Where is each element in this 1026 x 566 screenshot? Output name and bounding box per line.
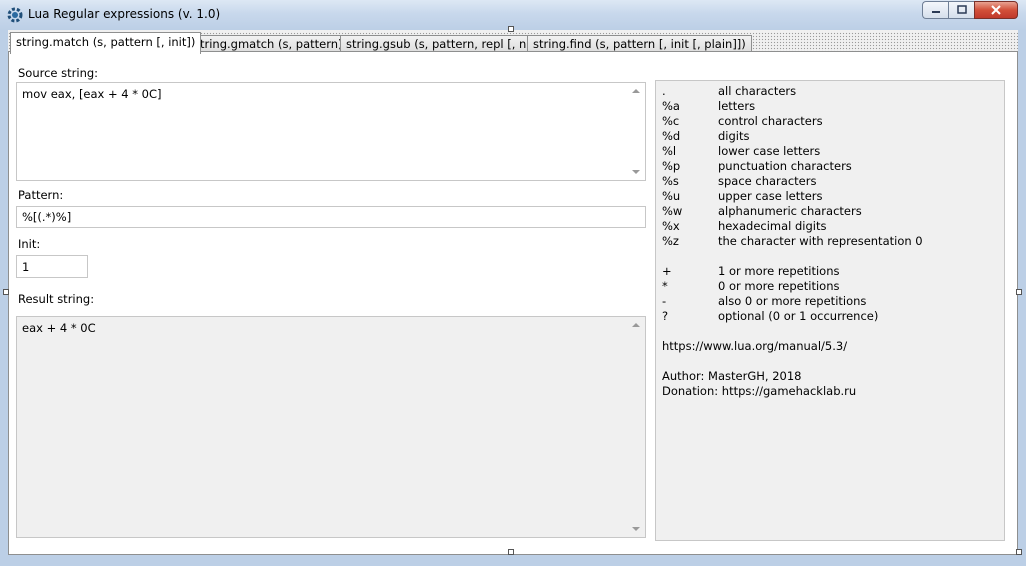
source-string-textarea[interactable]: mov eax, [eax + 4 * 0C] (16, 82, 646, 181)
result-string-textarea[interactable]: eax + 4 * 0C (16, 316, 646, 538)
manual-url-link[interactable]: https://www.lua.org/manual/5.3/ (662, 339, 847, 354)
app-gear-icon (7, 7, 23, 23)
resize-handle-top[interactable] (508, 26, 514, 32)
init-value: 1 (22, 260, 30, 274)
maximize-icon (956, 5, 967, 14)
resize-handle-right[interactable] (1016, 289, 1022, 295)
source-string-value: mov eax, [eax + 4 * 0C] (22, 87, 162, 101)
init-input[interactable]: 1 (16, 255, 88, 278)
window-title: Lua Regular expressions (v. 1.0) (28, 7, 221, 21)
resize-handle-bottom[interactable] (508, 549, 514, 555)
close-icon (991, 5, 1001, 15)
client-area: string.match (s, pattern [, init]) strin… (8, 30, 1018, 555)
result-string-label: Result string: (18, 292, 95, 306)
pattern-value: %[(.*)%] (22, 210, 72, 224)
pattern-help-panel: . all characters %a letters %c control char… (655, 80, 1005, 541)
tab-strip: string.match (s, pattern [, init]) strin… (8, 32, 1018, 54)
maximize-button[interactable] (948, 1, 974, 19)
pattern-input[interactable]: %[(.*)%] (16, 206, 646, 228)
init-label: Init: (18, 237, 41, 251)
result-scrollbar[interactable] (628, 317, 645, 537)
minimize-button[interactable] (922, 1, 948, 19)
minimize-icon (931, 11, 940, 13)
window-frame-bottom (0, 555, 1026, 566)
scroll-down-arrow-icon[interactable] (632, 170, 640, 174)
pattern-label: Pattern: (18, 188, 64, 202)
source-string-label: Source string: (18, 66, 99, 80)
close-button[interactable] (974, 1, 1018, 19)
resize-handle-corner[interactable] (1016, 549, 1022, 555)
resize-handle-left[interactable] (3, 289, 9, 295)
tab-string-match[interactable]: string.match (s, pattern [, init]) (10, 32, 202, 54)
source-scrollbar[interactable] (628, 83, 645, 180)
scroll-up-arrow-icon[interactable] (632, 89, 640, 93)
scroll-up-arrow-icon[interactable] (632, 323, 640, 327)
result-string-value: eax + 4 * 0C (22, 321, 96, 335)
scroll-down-arrow-icon[interactable] (632, 527, 640, 531)
donation-text: Donation: https://gamehacklab.ru (662, 384, 857, 398)
author-text: Author: MasterGH, 2018 (662, 369, 802, 383)
